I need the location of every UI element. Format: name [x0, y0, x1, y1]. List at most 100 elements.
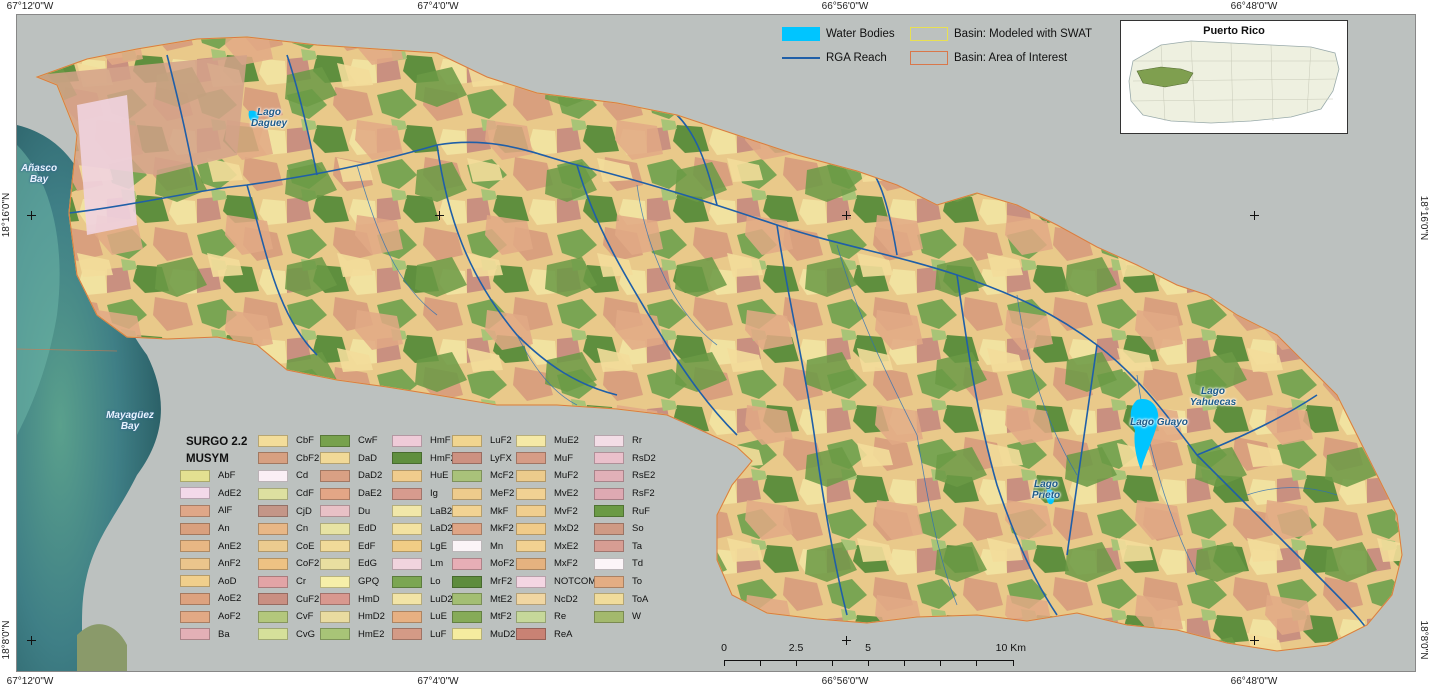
legend-item: DaD	[320, 450, 385, 468]
legend-rga-reach: RGA Reach	[782, 50, 887, 66]
legend-label: W	[632, 611, 641, 623]
legend-swatch	[452, 540, 482, 553]
legend-item: RsE2	[594, 467, 656, 485]
legend-label: To	[632, 576, 643, 588]
legend-label: Ta	[632, 540, 643, 552]
graticule-top-4: 66°48'0"W	[1230, 1, 1278, 12]
legend-swatch	[320, 434, 350, 447]
legend-swatch	[320, 540, 350, 553]
legend-item: MtF2	[452, 608, 515, 626]
legend-basin-aoi: Basin: Area of Interest	[910, 50, 1067, 66]
legend-item: MuF2	[516, 467, 596, 485]
legend-swatch	[452, 557, 482, 570]
legend-label: AnF2	[218, 558, 241, 570]
legend-swatch	[594, 487, 624, 500]
graticule-cross	[27, 636, 36, 645]
legend-swatch	[320, 522, 350, 535]
legend-swatch	[594, 610, 624, 623]
water-bodies-label: Water Bodies	[826, 28, 895, 40]
legend-item: MuD2	[452, 626, 515, 644]
legend-column: AbF AdE2 AlF An AnE2 AnF2 AoD AoE2 AoF2 Ba	[180, 467, 241, 643]
legend-swatch	[452, 469, 482, 482]
graticule-bottom-3: 66°56'0"W	[821, 676, 869, 687]
legend-item: Cd	[258, 467, 319, 485]
legend-item: ReA	[516, 626, 596, 644]
legend-item: CvF	[258, 608, 319, 626]
rga-reach-swatch	[782, 57, 820, 59]
legend-label: MoF2	[490, 558, 515, 570]
scale-line	[724, 660, 1014, 667]
legend-column: CwF DaD DaD2 DaE2 Du EdD EdF EdG GPQ HmD HmD2 HmE2	[320, 432, 385, 643]
legend-swatch	[452, 628, 482, 641]
legend-column: MuE2 MuF MuF2 MvE2 MvF2 MxD2 MxE2 MxF2 NOTCOM NcD…	[516, 432, 596, 643]
graticule-cross	[27, 211, 36, 220]
legend-label: CvG	[296, 628, 315, 640]
legend-swatch	[320, 575, 350, 588]
legend-label: RsD2	[632, 452, 656, 464]
legend-label: MrF2	[490, 576, 513, 588]
legend-label: EdF	[358, 540, 376, 552]
basin-swat-label: Basin: Modeled with SWAT	[954, 28, 1093, 40]
legend-swatch	[516, 593, 546, 606]
legend-label: MtF2	[490, 611, 512, 623]
legend-swatch	[516, 540, 546, 553]
legend-item: MrF2	[452, 573, 515, 591]
legend-item: CvG	[258, 626, 319, 644]
legend-swatch	[392, 628, 422, 641]
legend-swatch	[516, 557, 546, 570]
legend-swatch	[180, 522, 210, 535]
legend-item: An	[180, 520, 241, 538]
legend-swatch	[180, 540, 210, 553]
legend-label: CwF	[358, 435, 378, 447]
graticule-right-1: 18°16'0"N	[1418, 195, 1429, 241]
legend-label: Cr	[296, 576, 307, 588]
puerto-rico-outline	[1128, 40, 1340, 124]
legend-item: DaE2	[320, 485, 385, 503]
legend-label: NOTCOM	[554, 576, 597, 588]
legend-label: HmF	[430, 435, 451, 447]
legend-swatch	[594, 540, 624, 553]
graticule-left-2: 18°8'0"N	[1, 620, 12, 660]
legend-label: AlF	[218, 505, 233, 517]
legend-item: HmD	[320, 590, 385, 608]
legend-item: CdF	[258, 485, 319, 503]
legend-swatch	[392, 452, 422, 465]
legend-label: RsE2	[632, 470, 656, 482]
scale-label-5: 5	[865, 642, 871, 654]
legend-label: Du	[358, 505, 371, 517]
legend-item: Td	[594, 555, 656, 573]
legend-label: Td	[632, 558, 644, 570]
graticule-bottom-1: 67°12'0"W	[6, 676, 54, 687]
legend-swatch	[320, 469, 350, 482]
legend-swatch	[594, 434, 624, 447]
legend-label: Cd	[296, 470, 309, 482]
legend-item: LuD2	[392, 590, 456, 608]
legend-swatch	[516, 469, 546, 482]
scale-label-2-5: 2.5	[788, 642, 804, 654]
mayaguez-bay-label: Mayagüez Bay	[106, 410, 154, 432]
legend-label: ReA	[554, 628, 573, 640]
legend-swatch	[258, 487, 288, 500]
legend-item: LgE	[392, 538, 456, 556]
legend-swatch	[258, 469, 288, 482]
legend-label: LaB2	[430, 505, 453, 517]
legend-label: CoE	[296, 540, 315, 552]
legend-label: Ba	[218, 628, 230, 640]
legend-label: EdG	[358, 558, 378, 570]
legend-column: HmF HmF2 HuE Ig LaB2 LaD2 LgE Lm Lo LuD2 LuE LuF	[392, 432, 456, 643]
legend-swatch	[516, 610, 546, 623]
legend-label: EdD	[358, 523, 377, 535]
legend-label: RsF2	[632, 488, 655, 500]
graticule-top-1: 67°12'0"W	[6, 1, 54, 12]
legend-swatch	[594, 452, 624, 465]
legend-swatch	[320, 505, 350, 518]
legend-swatch	[180, 628, 210, 641]
legend-title-line1: SURGO 2.2	[186, 436, 248, 448]
legend-item: HmF	[392, 432, 456, 450]
legend-swatch	[392, 522, 422, 535]
graticule-cross	[1250, 211, 1259, 220]
legend-label: So	[632, 523, 644, 535]
legend-item: Du	[320, 502, 385, 520]
legend-swatch	[516, 628, 546, 641]
legend-swatch	[320, 610, 350, 623]
